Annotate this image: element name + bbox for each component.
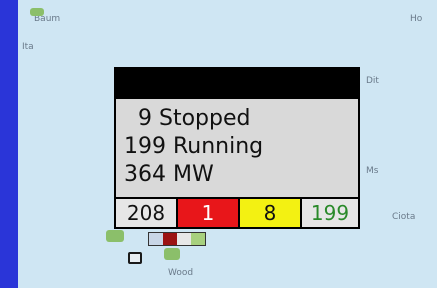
map-label: Ita	[22, 42, 34, 52]
map-label: Dit	[366, 76, 379, 86]
status-counts-bar: 208 1 8 199	[116, 197, 358, 227]
site-mini-legend[interactable]	[148, 232, 206, 246]
count-stopped-alarm[interactable]: 1	[178, 199, 240, 227]
land-patch	[30, 8, 44, 16]
site-status-popup[interactable]: 9 Stopped 199 Running 364 MW 208 1 8 199	[114, 67, 360, 229]
megawatt-total: 364 MW	[124, 162, 214, 187]
count-running[interactable]: 199	[302, 199, 358, 227]
site-marker-icon[interactable]	[128, 252, 142, 264]
map-label: Wood	[168, 268, 194, 278]
mini-legend-red	[163, 233, 177, 245]
land-patch	[106, 230, 124, 242]
running-count: 199 Running	[124, 134, 264, 159]
map-label: Ciota	[392, 212, 416, 222]
land-patch	[164, 248, 180, 260]
count-total[interactable]: 208	[116, 199, 178, 227]
count-warning[interactable]: 8	[240, 199, 302, 227]
mini-legend-gray	[149, 233, 163, 245]
map-label: Ho	[410, 14, 423, 24]
mini-legend-white	[177, 233, 191, 245]
map-label: Ms	[366, 166, 379, 176]
popup-header	[116, 69, 358, 99]
mini-legend-green	[191, 233, 205, 245]
stopped-count: 9 Stopped	[124, 106, 251, 131]
